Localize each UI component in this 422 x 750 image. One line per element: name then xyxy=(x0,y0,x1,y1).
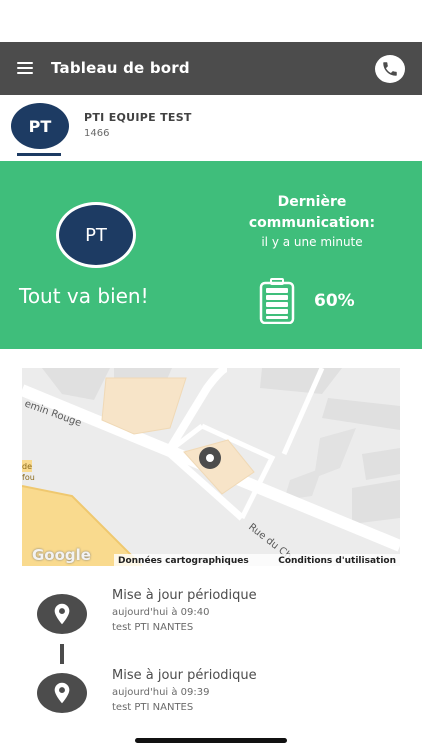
app-bar: Tableau de bord xyxy=(0,42,422,95)
timeline-event-user: test PTI NANTES xyxy=(112,702,194,713)
timeline-event-user: test PTI NANTES xyxy=(112,622,194,633)
map-poi-label-1: de xyxy=(22,462,32,471)
timeline-node-1 xyxy=(37,594,87,634)
home-indicator[interactable] xyxy=(135,738,287,743)
app-screen: Tableau de bord PT PTI EQUIPE TEST 1466 … xyxy=(0,0,422,750)
map-view[interactable]: emin Rouge Rue du Ch de fou xyxy=(22,368,400,566)
location-pin-icon xyxy=(54,603,70,625)
bottom-safe-area xyxy=(0,720,422,750)
map-canvas: emin Rouge Rue du Ch de fou xyxy=(22,368,400,566)
timeline-node-2 xyxy=(37,673,87,713)
call-button[interactable] xyxy=(375,55,405,83)
battery-percentage: 60% xyxy=(314,291,355,311)
phone-icon xyxy=(383,62,397,76)
last-communication-time: il y a une minute xyxy=(261,235,363,249)
tab-indicator xyxy=(17,153,61,156)
map-data-link[interactable]: Données cartographiques xyxy=(118,556,249,566)
google-logo: Google xyxy=(32,546,91,564)
timeline-event-time: aujourd'hui à 09:39 xyxy=(112,687,210,698)
page-title: Tableau de bord xyxy=(51,59,190,77)
team-name[interactable]: PTI EQUIPE TEST xyxy=(84,111,192,124)
status-message: Tout va bien! xyxy=(19,284,149,308)
terms-link[interactable]: Conditions d'utilisation xyxy=(278,556,396,566)
status-avatar: PT xyxy=(56,202,136,268)
timeline-event-title[interactable]: Mise à jour périodique xyxy=(112,588,257,603)
timeline-connector xyxy=(60,644,64,664)
map-poi-label-2: fou xyxy=(22,473,35,482)
location-pin-icon xyxy=(54,682,70,704)
team-id: 1466 xyxy=(84,128,110,139)
battery-icon xyxy=(259,278,295,324)
team-avatar-tab[interactable]: PT xyxy=(11,103,69,149)
map-attribution: Données cartographiques Conditions d'uti… xyxy=(114,554,400,568)
timeline-event-time: aujourd'hui à 09:40 xyxy=(112,607,210,618)
last-communication-label: Dernière communication: xyxy=(248,194,376,231)
timeline-event-title[interactable]: Mise à jour périodique xyxy=(112,668,257,683)
menu-icon[interactable] xyxy=(15,59,35,77)
